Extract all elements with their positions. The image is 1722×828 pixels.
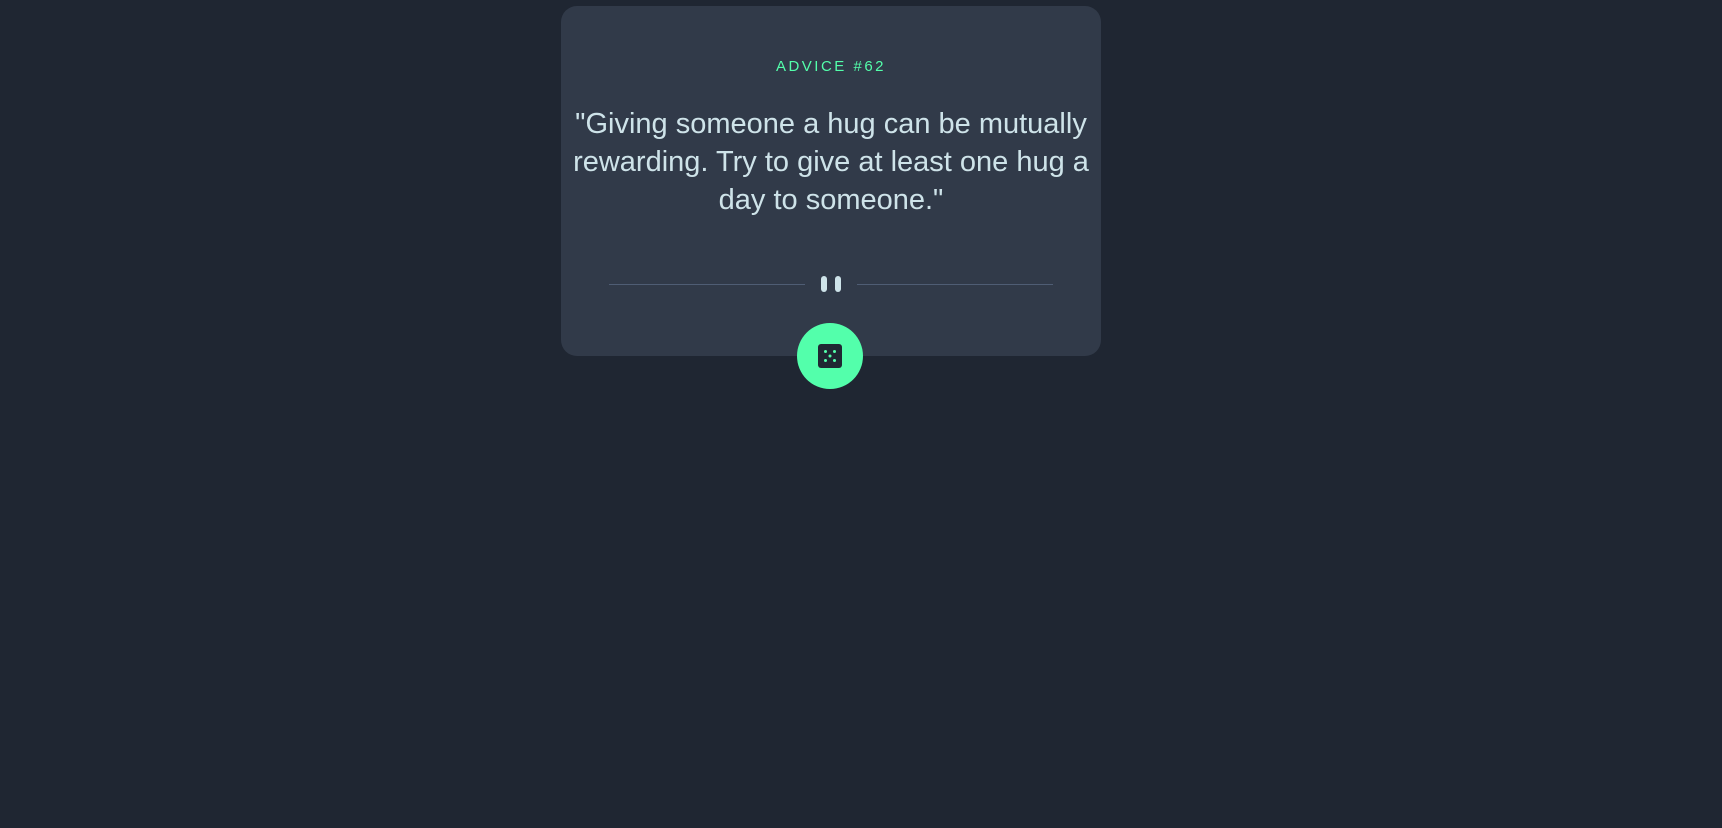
dice-icon [818, 344, 842, 368]
divider-line-right [857, 284, 1053, 285]
advice-quote: "Giving someone a hug can be mutually re… [573, 108, 1089, 216]
advice-number-label: ADVICE #62 [775, 58, 887, 75]
pause-icon [821, 276, 841, 292]
divider [609, 276, 1053, 292]
new-advice-button[interactable] [797, 323, 863, 389]
divider-line-left [609, 284, 805, 285]
advice-card: ADVICE #62 "Giving someone a hug can be … [561, 6, 1101, 356]
